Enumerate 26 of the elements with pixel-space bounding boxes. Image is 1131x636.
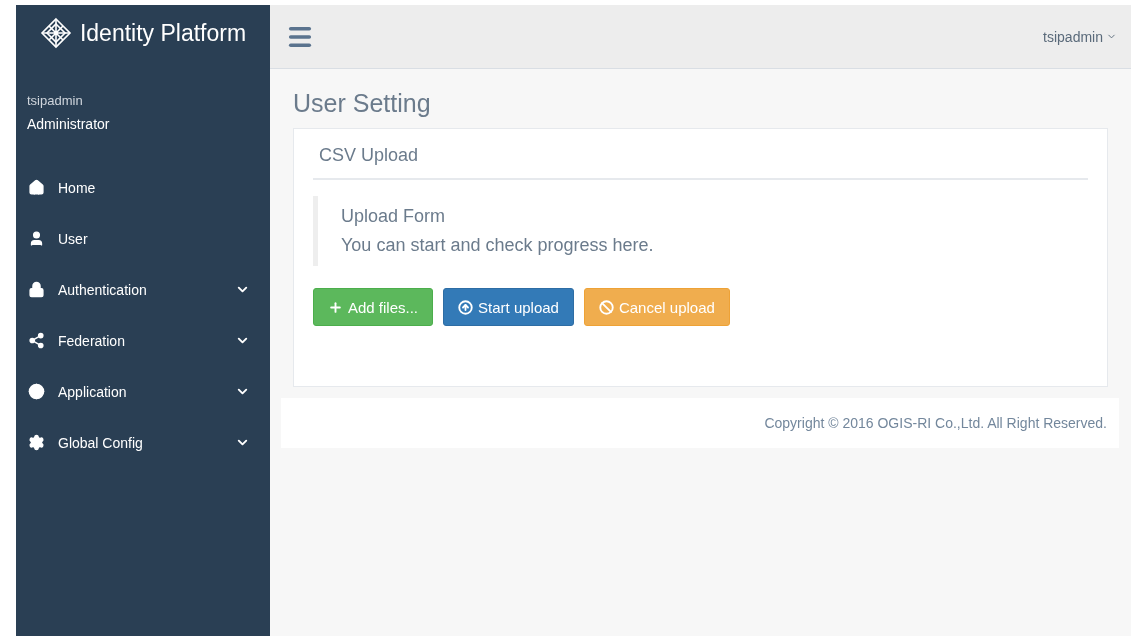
user-menu[interactable]: tsipadmin [1043,28,1117,45]
nav-icon [28,434,45,451]
up-arrow-circle-icon [458,299,474,315]
upload-button[interactable]: Start upload [443,288,574,326]
nav-icon [28,179,45,196]
plus-icon [328,299,343,315]
nav-item[interactable]: Application [16,366,270,417]
user-name: tsipadmin [27,93,84,108]
page-title: User Setting [293,89,432,118]
nav-item[interactable]: Authentication [16,264,270,315]
nav-icon [28,332,45,349]
user-role: Administrator [27,116,111,132]
brand-title: Identity Platform [79,19,247,47]
nav-icon [28,383,45,400]
nav-item[interactable]: Global Config [16,417,270,468]
copyright-text: Copyright © 2016 OGIS-RI Co.,Ltd. All Right Reserved. [764,415,1107,431]
note-title: Upload Form [341,206,447,227]
nav-item[interactable]: Federation [16,315,270,366]
nav-icon [28,230,45,247]
nav-item[interactable]: Home [16,162,270,213]
ban-icon [598,299,614,315]
nav-item[interactable]: User [16,213,270,264]
panel-title: CSV Upload [313,139,1088,180]
nav-icon [28,281,45,298]
note-text: You can start and check progress here. [341,235,655,256]
diamond-logo-icon [39,17,72,49]
